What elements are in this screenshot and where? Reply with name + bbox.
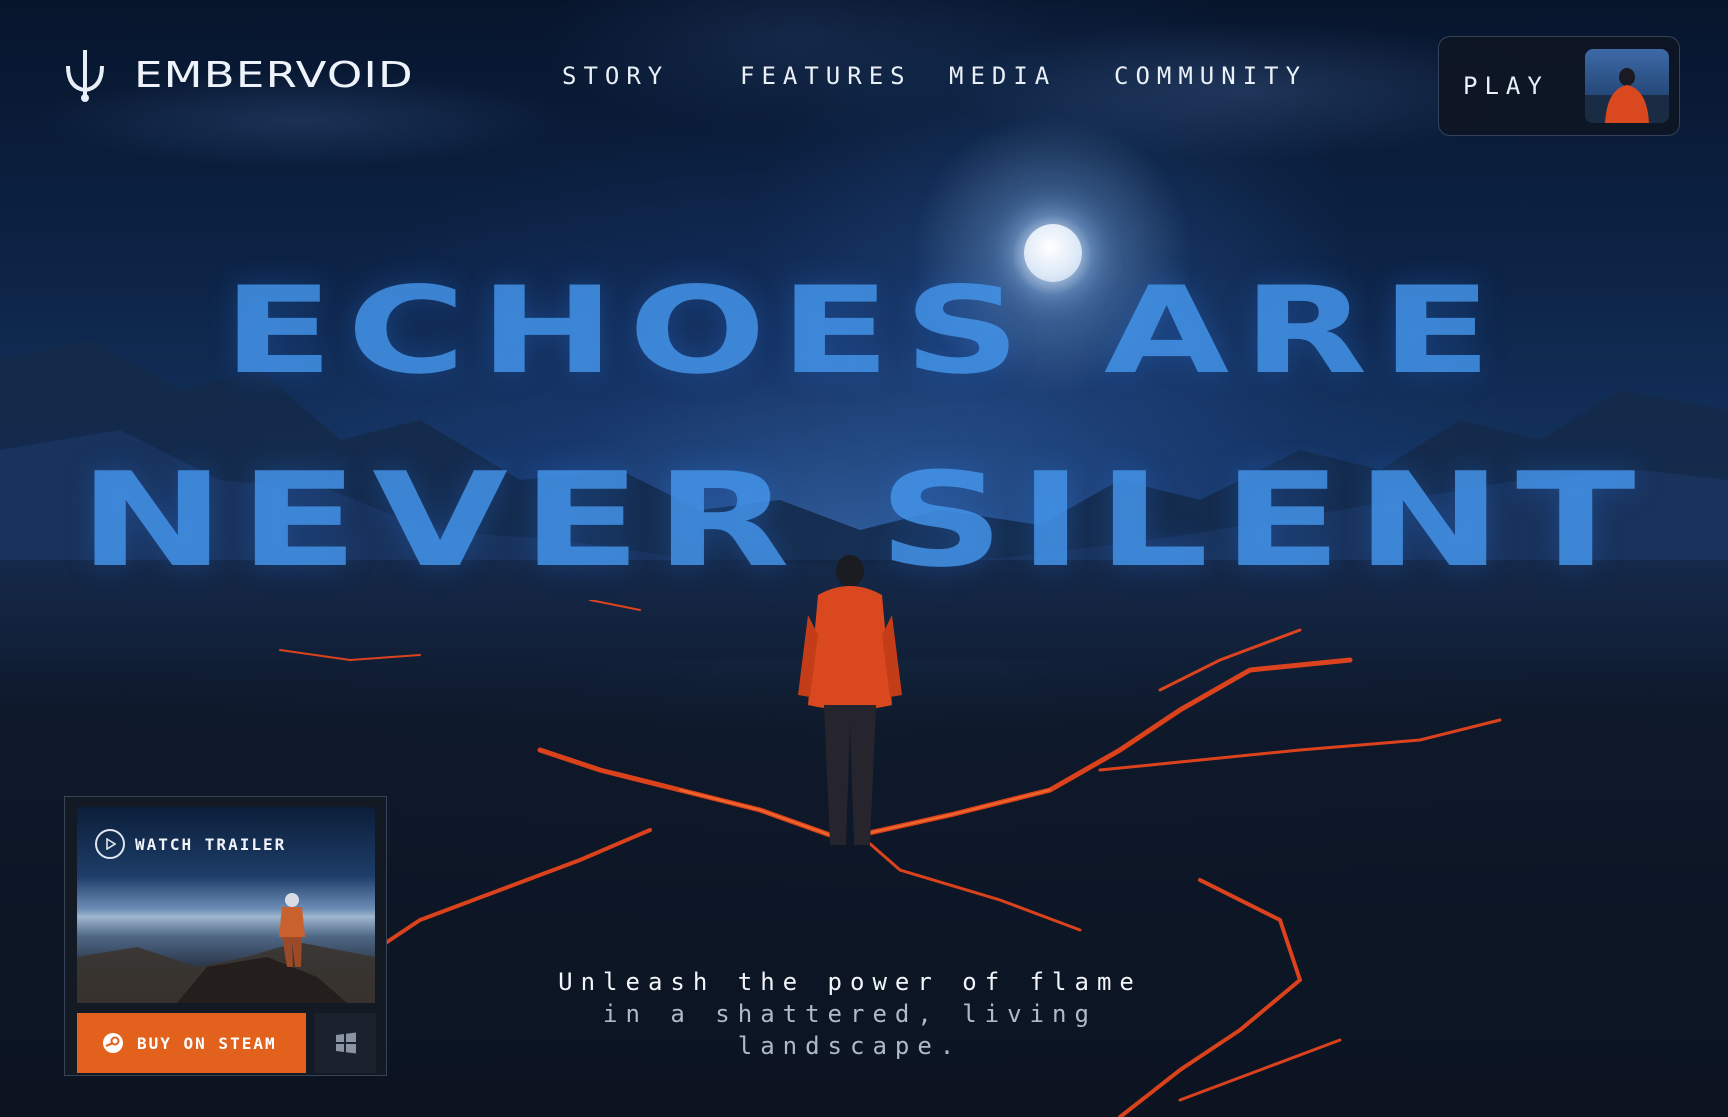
hooded-figure (798, 555, 902, 845)
nav-story[interactable]: STORY (562, 62, 669, 90)
headline-text-2: NEVER SILENT (78, 444, 1650, 596)
nav-features[interactable]: FEATURES (740, 62, 912, 90)
headline-line-1: ECHOES ARE (0, 262, 1728, 401)
brand-logo[interactable]: EMBERVOID (62, 46, 413, 104)
tagline-line-1: Unleash the power of flame (558, 968, 1142, 996)
steam-icon (103, 1033, 123, 1053)
buy-on-steam-label: BUY ON STEAM (137, 1033, 277, 1053)
headline-line-2: NEVER SILENT (0, 444, 1728, 596)
headline-text-1: ECHOES ARE (222, 262, 1506, 401)
trailer-thumbnail[interactable]: WATCH TRAILER (77, 807, 375, 1003)
watch-trailer-label: WATCH TRAILER (135, 834, 287, 854)
trident-icon (66, 50, 104, 102)
nav-community[interactable]: COMMUNITY (1114, 62, 1307, 90)
windows-platform-button[interactable] (315, 1013, 376, 1073)
tagline-line-3: landscape. (737, 1032, 963, 1060)
tagline-line-2: in a shattered, living (603, 1000, 1097, 1028)
play-button[interactable]: PLAY (1438, 36, 1680, 136)
tagline: Unleash the power of flame in a shattere… (540, 966, 1160, 1062)
play-icon (95, 829, 125, 859)
play-thumbnail (1585, 49, 1669, 123)
play-label: PLAY (1463, 72, 1549, 100)
brand-name: EMBERVOID (134, 54, 414, 96)
nav-media[interactable]: MEDIA (949, 62, 1056, 90)
windows-icon (335, 1032, 356, 1054)
watch-trailer-button[interactable]: WATCH TRAILER (95, 829, 286, 859)
buy-on-steam-button[interactable]: BUY ON STEAM (77, 1013, 306, 1073)
trailer-card: WATCH TRAILER BUY ON STEAM (64, 796, 387, 1076)
